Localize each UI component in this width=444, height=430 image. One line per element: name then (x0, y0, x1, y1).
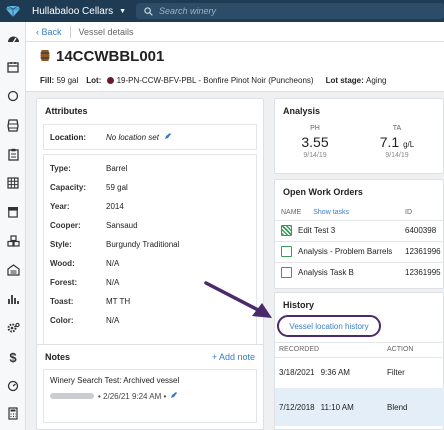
annotation-arrow (204, 281, 272, 318)
